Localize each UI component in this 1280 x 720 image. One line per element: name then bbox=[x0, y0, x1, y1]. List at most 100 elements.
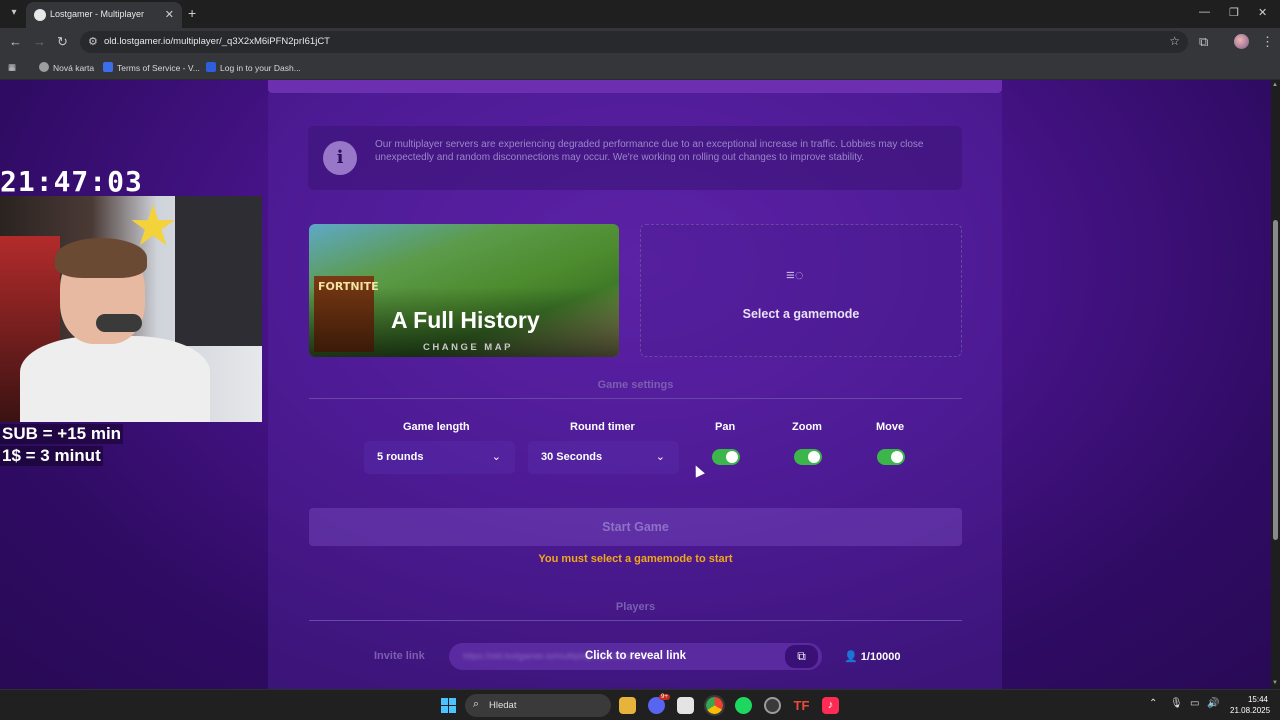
tab-close-icon[interactable]: ✕ bbox=[165, 8, 174, 21]
scroll-up-icon[interactable]: ▲ bbox=[1272, 82, 1278, 88]
taskbar-time: 15:44 bbox=[1247, 695, 1268, 704]
chevron-down-icon: ⌄ bbox=[655, 451, 665, 463]
volume-icon[interactable]: 🔊 bbox=[1207, 698, 1219, 709]
windows-taskbar: ⌕ Hledat 9+ TF ♪ ⌃ 🎙 ▭ 🔊 15:44 21.08.202… bbox=[0, 689, 1280, 720]
map-title: A Full History bbox=[391, 307, 540, 333]
url-text[interactable]: old.lostgamer.io/multiplayer/_q3X2xM6iPF… bbox=[104, 36, 330, 47]
fortnite-logo: FORTNITE bbox=[314, 276, 379, 352]
tray-chevron-up-icon[interactable]: ⌃ bbox=[1149, 698, 1157, 709]
more-menu-icon[interactable]: ⋮ bbox=[1261, 34, 1274, 50]
scroll-thumb[interactable] bbox=[1273, 220, 1278, 540]
file-explorer-icon[interactable] bbox=[619, 697, 636, 714]
invite-link-label: Invite link bbox=[374, 650, 425, 662]
minimize-icon[interactable]: — bbox=[1199, 6, 1210, 18]
stream-clock: 21:47:03 bbox=[0, 165, 143, 198]
browser-tab-bar: ▾ Lostgamer - Multiplayer ✕ + — ❐ ✕ bbox=[0, 0, 1280, 28]
site-info-icon[interactable]: ⚙ bbox=[88, 35, 98, 48]
profile-avatar[interactable] bbox=[1234, 34, 1249, 49]
forward-arrow-icon[interactable]: → bbox=[33, 34, 46, 49]
spotify-icon[interactable] bbox=[735, 697, 752, 714]
info-icon: i bbox=[323, 141, 357, 175]
streamer-shirt bbox=[20, 336, 210, 422]
toggle-knob bbox=[726, 451, 738, 463]
acoustic-foam bbox=[175, 196, 262, 346]
zoom-label: Zoom bbox=[792, 421, 822, 433]
page-scrollbar[interactable]: ▲ ▼ bbox=[1271, 80, 1280, 689]
browser-toolbar: ← → ↻ ⚙ old.lostgamer.io/multiplayer/_q3… bbox=[0, 28, 1280, 56]
bookmarks-bar: ▦ Nová karta Terms of Service - V... Log… bbox=[0, 56, 1280, 80]
select-gamemode-label: Select a gamemode bbox=[742, 307, 860, 321]
game-length-label: Game length bbox=[403, 421, 470, 433]
bookmark-dashboard[interactable]: Log in to your Dash... bbox=[206, 62, 301, 73]
game-length-value: 5 rounds bbox=[377, 451, 424, 463]
move-toggle[interactable] bbox=[877, 449, 905, 465]
invite-link-field[interactable]: https://old.lostgamer.io/multiplayer/joi… bbox=[449, 643, 822, 670]
bookmark-new-tab[interactable]: Nová karta bbox=[39, 62, 94, 73]
round-timer-label: Round timer bbox=[570, 421, 635, 433]
streamer-hair bbox=[55, 238, 147, 278]
restore-icon[interactable]: ❐ bbox=[1229, 6, 1239, 19]
a-logo-icon bbox=[206, 62, 216, 72]
apps-grid-icon[interactable]: ▦ bbox=[8, 62, 16, 73]
game-length-select[interactable]: 5 rounds ⌄ bbox=[364, 441, 515, 474]
network-icon[interactable]: ▭ bbox=[1190, 698, 1199, 709]
bookmark-star-icon[interactable]: ☆ bbox=[1169, 34, 1180, 48]
select-gamemode-card[interactable]: ≡◌ Select a gamemode bbox=[640, 224, 962, 357]
chevron-down-icon: ⌄ bbox=[491, 451, 501, 463]
chrome-icon[interactable] bbox=[704, 695, 725, 716]
gamemode-warning: You must select a gamemode to start bbox=[538, 553, 733, 565]
round-timer-select[interactable]: 30 Seconds ⌄ bbox=[528, 441, 679, 474]
address-bar[interactable]: ⚙ old.lostgamer.io/multiplayer/_q3X2xM6i… bbox=[80, 31, 1188, 53]
tab-search-icon[interactable]: ▾ bbox=[6, 5, 22, 21]
pan-toggle[interactable] bbox=[712, 449, 740, 465]
clock-area[interactable]: 15:44 21.08.2025 bbox=[1230, 694, 1271, 716]
player-count: 👤 1/10000 bbox=[844, 650, 901, 663]
zoom-toggle[interactable] bbox=[794, 449, 822, 465]
toggle-knob bbox=[808, 451, 820, 463]
screen: ▾ Lostgamer - Multiplayer ✕ + — ❐ ✕ ← → … bbox=[0, 0, 1280, 720]
sub-rule-text: SUB = +15 min bbox=[0, 424, 124, 444]
notice-text: Our multiplayer servers are experiencing… bbox=[375, 139, 924, 163]
obs-icon[interactable] bbox=[764, 697, 781, 714]
header-band bbox=[268, 80, 1002, 93]
tab-lostgamer[interactable]: Lostgamer - Multiplayer ✕ bbox=[26, 2, 182, 28]
back-arrow-icon[interactable]: ← bbox=[9, 34, 22, 49]
person-icon: 👤 bbox=[844, 651, 858, 663]
reload-icon[interactable]: ↻ bbox=[57, 34, 68, 50]
bookmark-terms[interactable]: Terms of Service - V... bbox=[103, 62, 200, 73]
reveal-link-label: Click to reveal link bbox=[585, 650, 686, 662]
tf-app-icon[interactable]: TF bbox=[793, 697, 810, 714]
microphone-icon[interactable]: 🎙 bbox=[1170, 698, 1183, 709]
pan-label: Pan bbox=[715, 421, 736, 433]
bookmark-label: Log in to your Dash... bbox=[220, 63, 301, 73]
search-icon: ⌕ bbox=[473, 698, 480, 710]
start-game-label: Start Game bbox=[602, 520, 669, 534]
game-settings-title: Game settings bbox=[597, 379, 674, 391]
scroll-down-icon[interactable]: ▼ bbox=[1272, 680, 1278, 686]
webcam-feed: ★ bbox=[0, 196, 262, 422]
new-tab-icon[interactable]: + bbox=[188, 5, 196, 21]
v-logo-icon bbox=[103, 62, 113, 72]
extensions-icon[interactable]: ⧉ bbox=[1199, 34, 1208, 50]
round-timer-value: 30 Seconds bbox=[541, 451, 603, 463]
copy-icon[interactable]: ⧉ bbox=[785, 645, 818, 668]
snipping-tool-icon[interactable] bbox=[677, 697, 694, 714]
microphone bbox=[96, 314, 142, 332]
taskbar-date: 21.08.2025 bbox=[1230, 706, 1271, 715]
move-label: Move bbox=[876, 421, 905, 433]
player-count-value: 1/10000 bbox=[860, 651, 901, 663]
search-label: Hledat bbox=[489, 700, 517, 711]
change-map-button[interactable]: CHANGE MAP bbox=[423, 342, 513, 353]
players-title: Players bbox=[615, 601, 656, 613]
map-card[interactable]: FORTNITE A Full History CHANGE MAP bbox=[309, 224, 619, 357]
window-close-icon[interactable]: ✕ bbox=[1258, 6, 1267, 19]
bookmark-label: Nová karta bbox=[53, 63, 95, 73]
windows-start-icon[interactable] bbox=[441, 698, 456, 713]
discord-badge: 9+ bbox=[659, 694, 670, 700]
players-divider bbox=[309, 620, 962, 621]
fortnite-logo-text: FORTNITE bbox=[318, 280, 379, 293]
start-game-button[interactable]: Start Game bbox=[309, 508, 962, 546]
toggle-knob bbox=[891, 451, 903, 463]
tiktok-icon[interactable]: ♪ bbox=[822, 697, 839, 714]
taskbar-search[interactable]: ⌕ Hledat bbox=[465, 694, 611, 717]
